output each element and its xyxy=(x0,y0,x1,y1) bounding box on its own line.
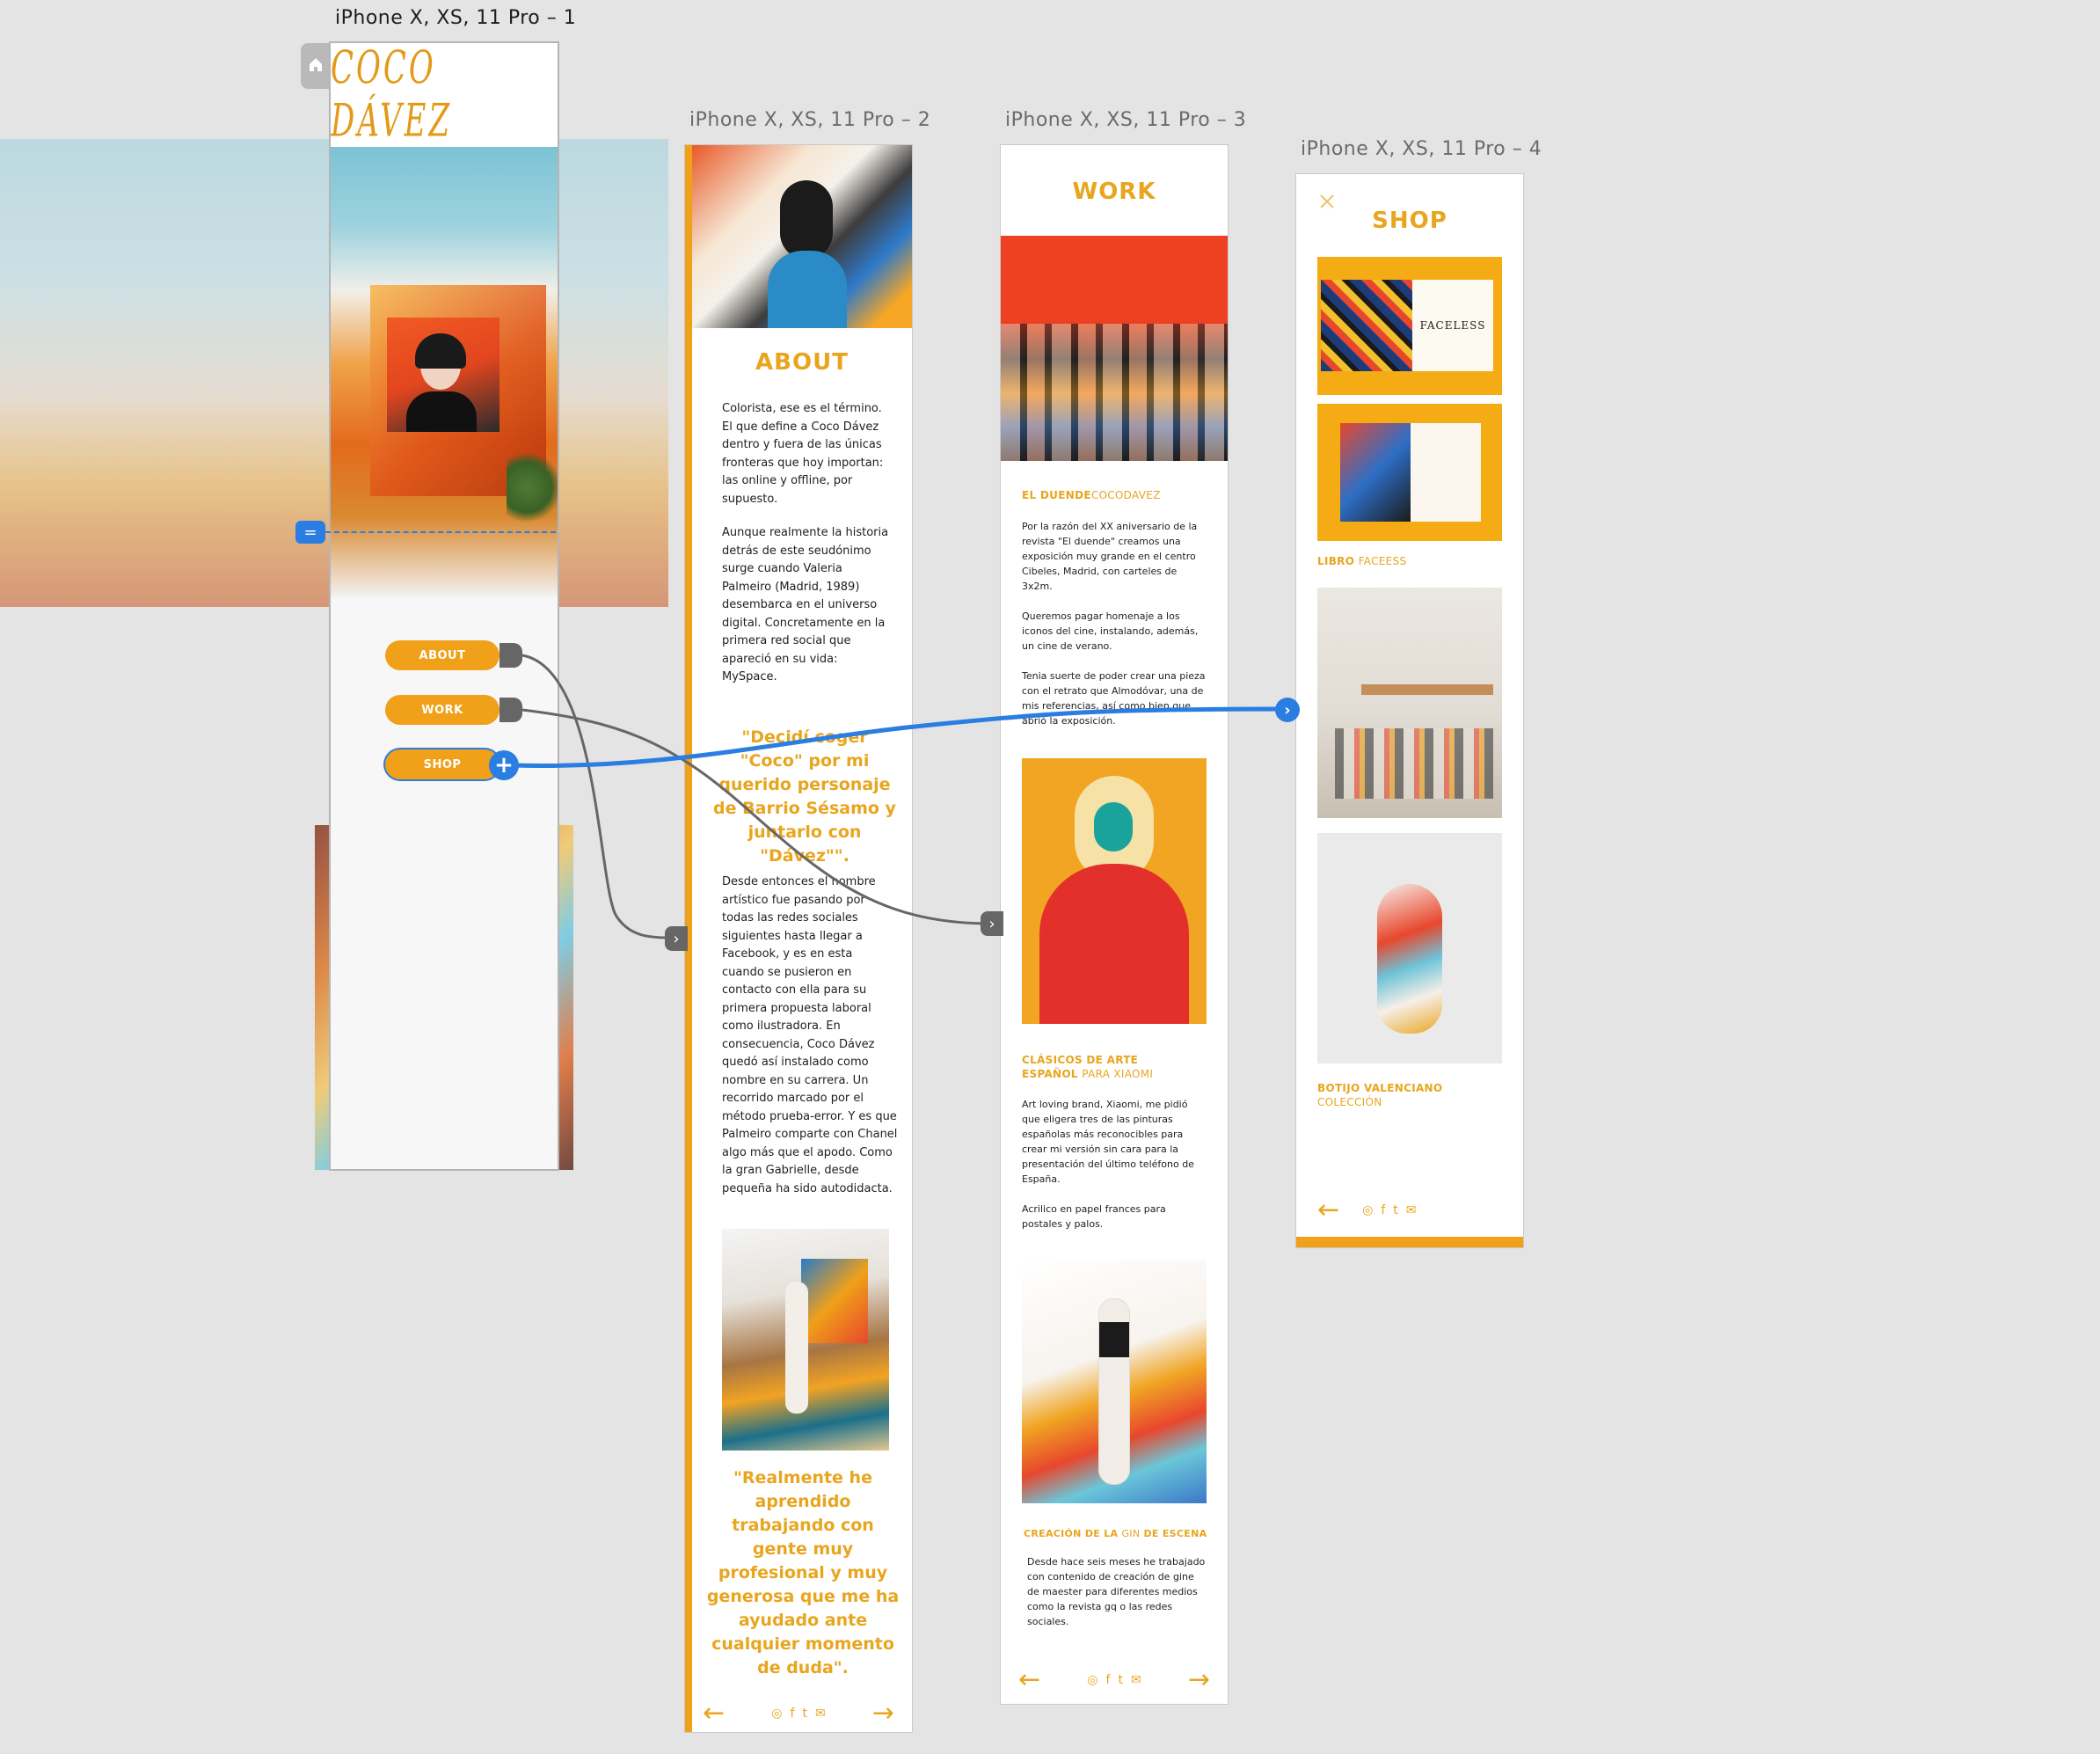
about-link-target[interactable]: › xyxy=(665,926,688,951)
prototype-connectors xyxy=(513,654,1287,939)
shop-link-target[interactable]: › xyxy=(1275,698,1300,722)
shop-link-add-handle[interactable]: + xyxy=(489,750,519,780)
connector-work xyxy=(521,708,986,925)
chevron-right-icon: › xyxy=(988,914,995,933)
work-link-target[interactable]: › xyxy=(981,911,1003,936)
connector-about xyxy=(521,654,669,939)
chevron-right-icon: › xyxy=(1284,700,1291,720)
plus-icon: + xyxy=(494,752,514,778)
connector-shop xyxy=(513,706,1287,768)
chevron-right-icon: › xyxy=(673,929,680,948)
